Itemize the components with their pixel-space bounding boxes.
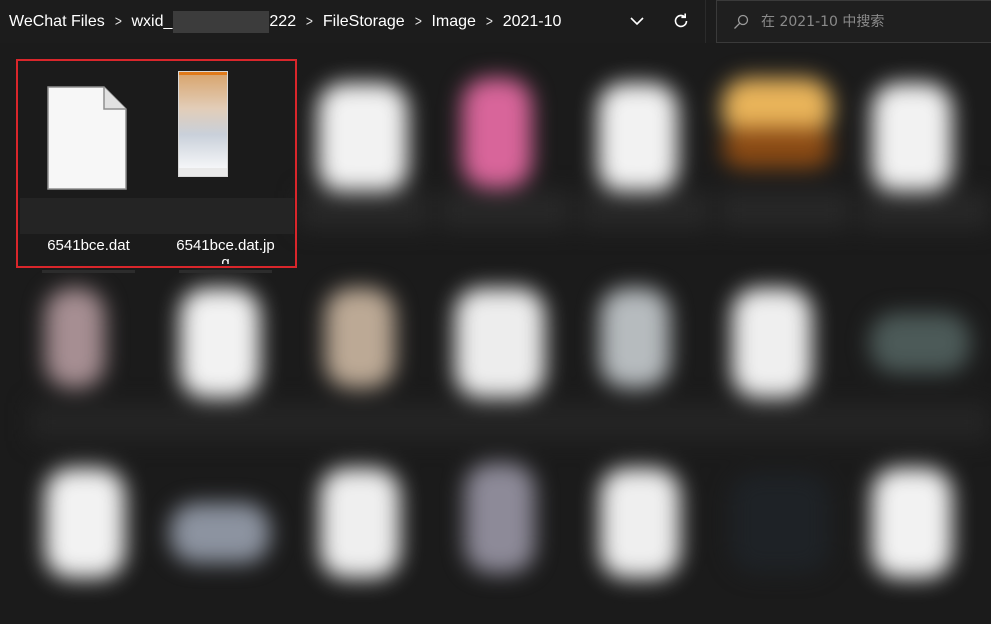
highlight-box — [16, 59, 297, 268]
address-history-button[interactable] — [622, 6, 652, 36]
breadcrumb-image[interactable]: Image — [431, 13, 475, 31]
breadcrumb-separator[interactable]: > — [486, 13, 493, 30]
breadcrumb-wxid-prefix: wxid_ — [131, 12, 173, 30]
search-box[interactable] — [716, 0, 991, 43]
toolbar-divider — [705, 0, 706, 43]
search-input[interactable] — [761, 13, 981, 30]
breadcrumb-2021-10[interactable]: 2021-10 — [503, 13, 562, 31]
breadcrumb-wechat-files[interactable]: WeChat Files — [9, 13, 105, 31]
chevron-down-icon — [630, 17, 644, 26]
search-icon — [734, 14, 749, 29]
tile-underline — [179, 270, 272, 273]
refresh-button[interactable] — [666, 6, 696, 36]
breadcrumb-wxid-suffix: 222 — [269, 12, 297, 30]
breadcrumb-separator[interactable]: > — [115, 13, 122, 30]
address-bar: WeChat Files > wxid_ 222 > FileStorage > … — [0, 0, 991, 43]
redacted-block — [173, 10, 270, 33]
refresh-icon — [674, 13, 688, 28]
file-grid: 6541bce.dat 6541bce.dat.jp g — [0, 43, 991, 624]
breadcrumb-separator[interactable]: > — [306, 13, 313, 30]
breadcrumb-wxid[interactable]: wxid_ 222 — [131, 10, 297, 33]
tile-underline — [42, 270, 135, 273]
breadcrumb-filestorage[interactable]: FileStorage — [323, 13, 405, 31]
breadcrumb: WeChat Files > wxid_ 222 > FileStorage > … — [0, 0, 620, 43]
breadcrumb-separator[interactable]: > — [415, 13, 422, 30]
